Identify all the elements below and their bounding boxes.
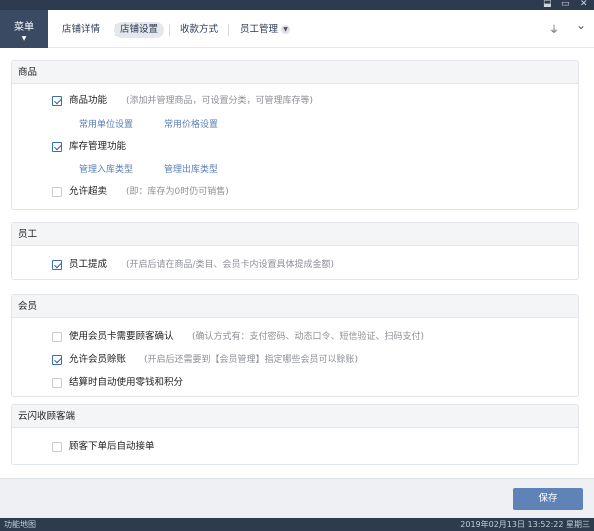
stock-feature-label: 库存管理功能 [69,141,127,152]
chart-icon[interactable]: ⏚ [549,21,559,36]
staff-section-title: 员工 [12,223,578,246]
status-bar: 功能地图 2019年02月13日 13:52:22 星期三 [0,518,594,531]
tab-divider [169,24,170,36]
restore-icon[interactable]: ▭ [561,0,570,10]
menu-button[interactable]: 菜单 ▼ [0,10,48,48]
close-icon[interactable]: ✕ [580,0,588,10]
oversell-checkbox[interactable] [52,187,62,197]
menu-label: 菜单 [14,22,34,33]
chevron-down-icon[interactable]: ⌄ [576,18,586,32]
tab-store-settings[interactable]: 店铺设置 [114,22,165,38]
inbound-types-link[interactable]: 管理入库类型 [79,162,133,175]
footer-bar: 保存 [0,478,594,518]
goods-feature-hint: (添加并管理商品，可设置分类，可管理库存等) [126,96,314,106]
price-settings-link[interactable]: 常用价格设置 [164,117,218,130]
member-credit-hint: (开启后还需要到【会员管理】指定哪些会员可以赊账) [144,355,359,365]
window-titlebar: ⬓ ▭ ✕ [0,0,594,10]
feature-map-link[interactable]: 功能地图 [4,518,36,531]
caret-down-icon: ▼ [21,35,27,42]
chevron-down-icon: ▼ [281,25,291,34]
oversell-label: 允许超卖 [69,186,108,197]
member-section-title: 会员 [12,295,578,318]
cloud-section-title: 云闪收顾客端 [12,405,578,428]
auto-accept-label: 顾客下单后自动接单 [69,441,155,452]
cloud-section: 云闪收顾客端 顾客下单后自动接单 [11,404,579,465]
member-section: 会员 使用会员卡需要顾客确认 (确认方式有：支付密码、动态口令、短信验证、扫码支… [11,294,579,397]
goods-section-title: 商品 [12,61,578,84]
datetime-display: 2019年02月13日 13:52:22 星期三 [460,520,590,529]
goods-section: 商品 商品功能 (添加并管理商品，可设置分类，可管理库存等) 常用单位设置 常用… [11,60,579,210]
member-confirm-label: 使用会员卡需要顾客确认 [69,331,174,342]
pin-icon[interactable]: ⬓ [543,0,552,10]
commission-checkbox[interactable] [52,260,62,270]
goods-feature-checkbox[interactable] [52,96,62,106]
tab-store-details[interactable]: 店铺详情 [56,22,106,38]
member-confirm-checkbox[interactable] [52,332,62,342]
auto-points-checkbox[interactable] [52,378,62,388]
tab-divider [228,24,229,36]
tab-payment-methods[interactable]: 收款方式 [174,22,224,38]
save-button[interactable]: 保存 [513,488,583,510]
tab-staff-management[interactable]: 员工管理 ▼ [234,22,296,38]
unit-settings-link[interactable]: 常用单位设置 [79,117,133,130]
member-confirm-hint: (确认方式有：支付密码、动态口令、短信验证、扫码支付) [192,332,425,342]
oversell-hint: (即：库存为0时仍可销售) [126,187,229,197]
tab-staff-management-label: 员工管理 [240,24,279,35]
auto-accept-checkbox[interactable] [52,442,62,452]
stock-feature-checkbox[interactable] [52,142,62,152]
top-nav: 店铺详情 店铺设置 收款方式 员工管理 ▼ ⏚ ⌄ [48,10,594,48]
member-credit-label: 允许会员赊账 [69,354,127,365]
settings-content: 商品 商品功能 (添加并管理商品，可设置分类，可管理库存等) 常用单位设置 常用… [0,48,594,478]
member-credit-checkbox[interactable] [52,355,62,365]
goods-feature-label: 商品功能 [69,95,108,106]
staff-section: 员工 员工提成 (开启后请在商品/类目、会员卡内设置具体提成金额) [11,222,579,280]
commission-hint: (开启后请在商品/类目、会员卡内设置具体提成金额) [126,260,335,270]
outbound-types-link[interactable]: 管理出库类型 [164,162,218,175]
auto-points-label: 结算时自动使用零钱和积分 [69,377,184,388]
commission-label: 员工提成 [69,259,108,270]
